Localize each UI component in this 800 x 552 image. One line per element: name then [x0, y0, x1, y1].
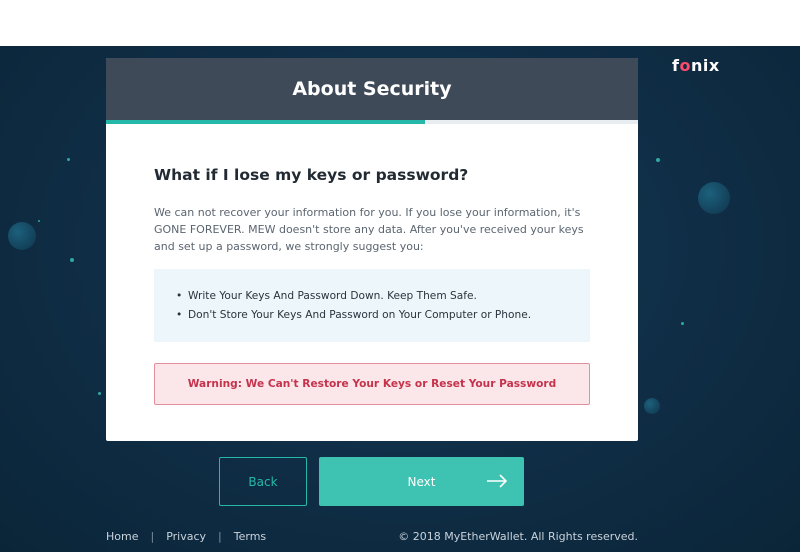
star-decoration [656, 158, 660, 162]
footer-separator: | [150, 530, 155, 543]
tip-item: Write Your Keys And Password Down. Keep … [176, 287, 590, 306]
page-background: fonix About Security What if I lose my k… [0, 46, 800, 552]
tips-box: Write Your Keys And Password Down. Keep … [154, 269, 590, 342]
star-decoration [70, 258, 74, 262]
top-white-strip [0, 0, 800, 46]
footer-link-terms[interactable]: Terms [234, 530, 266, 543]
star-decoration [98, 392, 101, 395]
footer-link-home[interactable]: Home [106, 530, 138, 543]
progress-bar [106, 120, 638, 124]
copyright-text: © 2018 MyEtherWallet. All Rights reserve… [398, 530, 638, 543]
back-button-label: Back [248, 474, 278, 489]
footer-nav: Home | Privacy | Terms [106, 530, 266, 543]
next-button-label: Next [407, 474, 436, 489]
warning-box: Warning: We Can't Restore Your Keys or R… [154, 363, 590, 405]
progress-bar-fill [106, 120, 426, 124]
orb-decoration [8, 222, 36, 250]
card-title: About Security [292, 78, 452, 100]
tip-item: Don't Store Your Keys And Password on Yo… [176, 306, 590, 325]
warning-text: Warning: We Can't Restore Your Keys or R… [187, 378, 557, 390]
card-header: About Security [106, 58, 638, 120]
card-body: What if I lose my keys or password? We c… [106, 166, 638, 405]
star-decoration [38, 220, 40, 222]
next-button[interactable]: Next [319, 457, 524, 506]
orb-decoration [644, 398, 660, 414]
star-decoration [681, 322, 684, 325]
orb-decoration [698, 182, 730, 214]
info-paragraph: We can not recover your information for … [154, 206, 584, 253]
question-heading: What if I lose my keys or password? [154, 166, 469, 184]
fonix-logo: fonix [672, 56, 720, 75]
back-button[interactable]: Back [219, 457, 307, 506]
footer-link-privacy[interactable]: Privacy [166, 530, 206, 543]
footer-separator: | [218, 530, 222, 543]
security-card: About Security What if I lose my keys or… [106, 58, 638, 441]
arrow-right-icon [487, 474, 508, 488]
star-decoration [67, 158, 70, 161]
